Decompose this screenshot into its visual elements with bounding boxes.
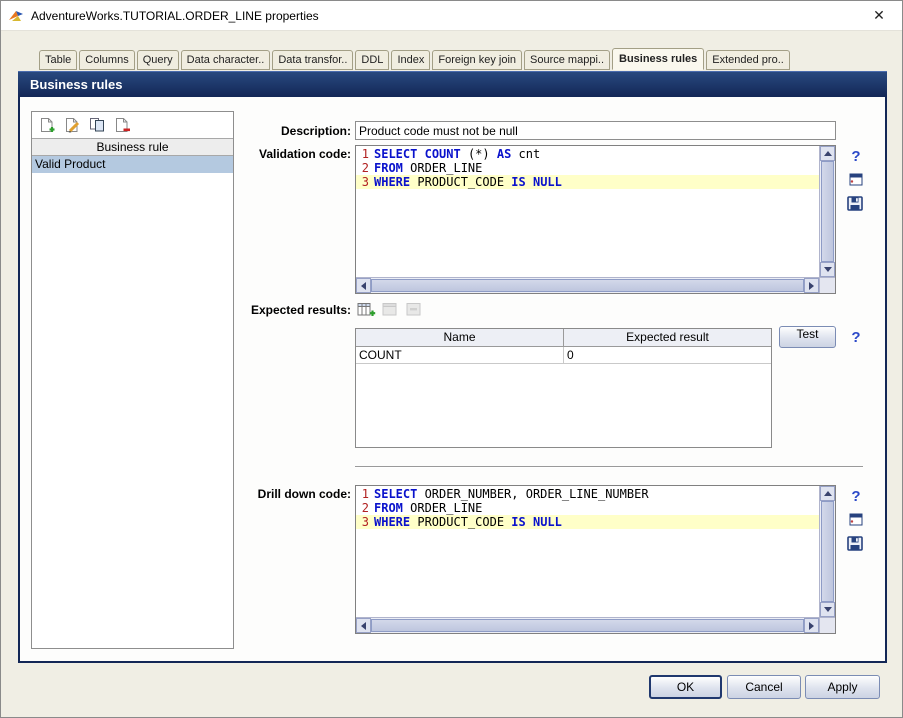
validation-code-area[interactable]: 1 SELECT COUNT (*) AS cnt 2 FROM ORDER_LINE… (356, 146, 819, 277)
results-table: Name Expected result COUNT 0 (355, 328, 772, 448)
title-bar: AdventureWorks.TUTORIAL.ORDER_LINE prope… (1, 1, 902, 31)
scroll-left-icon[interactable] (356, 618, 371, 633)
tab-index[interactable]: Index (391, 50, 431, 70)
tab-business-rules[interactable]: Business rules (612, 48, 705, 70)
validation-help-icon[interactable]: ? (846, 148, 866, 165)
close-icon[interactable]: ✕ (862, 7, 896, 24)
tab-extended-pro[interactable]: Extended pro.. (706, 50, 790, 70)
delete-expected-result-icon (405, 302, 424, 317)
scroll-up-icon[interactable] (820, 146, 835, 161)
tab-columns[interactable]: Columns (79, 50, 135, 70)
section-header: Business rules (18, 71, 887, 97)
drilldown-open-editor-icon[interactable] (846, 513, 866, 526)
code-line: 1 SELECT COUNT (*) AS cnt (356, 147, 819, 161)
drilldown-code-area[interactable]: 1 SELECT ORDER_NUMBER, ORDER_LINE_NUMBER 2… (356, 486, 819, 617)
section-divider (355, 466, 863, 468)
edit-expected-result-icon (381, 302, 400, 317)
scroll-left-icon[interactable] (356, 278, 371, 293)
scroll-up-icon[interactable] (820, 486, 835, 501)
drilldown-horizontal-scrollbar[interactable] (356, 617, 819, 633)
code-line: 3 WHERE PRODUCT_CODE IS NULL (356, 515, 819, 529)
validation-vertical-scrollbar[interactable] (819, 146, 835, 277)
scrollbar-thumb[interactable] (371, 619, 804, 632)
drilldown-code-editor: 1 SELECT ORDER_NUMBER, ORDER_LINE_NUMBER 2… (355, 485, 836, 634)
scroll-right-icon[interactable] (804, 278, 819, 293)
cancel-button[interactable]: Cancel (727, 675, 801, 699)
ok-button[interactable]: OK (649, 675, 722, 699)
results-column-header[interactable]: Expected result (564, 329, 771, 346)
edit-rule-icon[interactable] (64, 117, 81, 133)
app-icon (7, 8, 25, 24)
validation-code-label: Validation code: (258, 147, 351, 161)
rules-panel: Business rule Valid Product (31, 111, 234, 649)
tab-source-mappi[interactable]: Source mappi.. (524, 50, 610, 70)
scrollbar-thumb[interactable] (821, 501, 834, 602)
results-table-body: COUNT 0 (356, 347, 771, 364)
tab-ddl[interactable]: DDL (355, 50, 390, 70)
results-table-cell[interactable]: 0 (564, 347, 771, 363)
add-expected-result-icon[interactable] (357, 302, 376, 317)
validation-code-editor: 1 SELECT COUNT (*) AS cnt 2 FROM ORDER_LINE… (355, 145, 836, 294)
line-number: 3 (361, 515, 369, 529)
validation-open-editor-icon[interactable] (846, 173, 866, 186)
line-number: 1 (361, 147, 369, 161)
tab-table[interactable]: Table (39, 50, 78, 70)
copy-rule-icon[interactable] (89, 117, 106, 133)
results-table-cell[interactable]: COUNT (356, 347, 564, 363)
line-number: 2 (361, 161, 369, 175)
validation-horizontal-scrollbar[interactable] (356, 277, 819, 293)
drilldown-vertical-scrollbar[interactable] (819, 486, 835, 617)
results-column-header[interactable]: Name (356, 329, 564, 346)
drilldown-save-icon[interactable] (845, 536, 865, 551)
results-table-row[interactable]: COUNT 0 (356, 347, 771, 364)
tab-query[interactable]: Query (136, 50, 179, 70)
section-title: Business rules (30, 77, 123, 92)
scrollbar-thumb[interactable] (371, 279, 804, 292)
tab-bar: Table Columns Query Data character.. Data tr… (39, 48, 888, 70)
code-line: 3 WHERE PRODUCT_CODE IS NULL (356, 175, 819, 189)
description-input[interactable] (355, 121, 836, 140)
drilldown-code-label: Drill down code: (257, 487, 351, 501)
code-line: 1 SELECT ORDER_NUMBER, ORDER_LINE_NUMBER (356, 487, 819, 501)
line-number: 1 (361, 487, 369, 501)
expected-results-label: Expected results: (250, 303, 351, 317)
window-title: AdventureWorks.TUTORIAL.ORDER_LINE prope… (31, 8, 319, 23)
code-line: 2 FROM ORDER_LINE (356, 501, 819, 515)
tab-data-character[interactable]: Data character.. (180, 50, 271, 70)
add-rule-icon[interactable] (39, 117, 56, 133)
scroll-down-icon[interactable] (820, 602, 835, 617)
scroll-down-icon[interactable] (820, 262, 835, 277)
scrollbar-corner (819, 617, 835, 633)
tab-data-transfor[interactable]: Data transfor.. (272, 50, 354, 70)
description-label: Description: (280, 124, 351, 138)
test-button[interactable]: Test (779, 326, 836, 348)
code-line: 2 FROM ORDER_LINE (356, 161, 819, 175)
delete-rule-icon[interactable] (114, 117, 131, 133)
scrollbar-corner (819, 277, 835, 293)
line-number: 2 (361, 501, 369, 515)
line-number: 3 (361, 175, 369, 189)
scroll-right-icon[interactable] (804, 618, 819, 633)
validation-save-icon[interactable] (845, 196, 865, 211)
drilldown-help-icon[interactable]: ? (846, 488, 866, 505)
content-panel: Business rule Valid Product Description:… (18, 97, 887, 663)
expected-results-help-icon[interactable]: ? (846, 329, 866, 346)
properties-dialog: AdventureWorks.TUTORIAL.ORDER_LINE prope… (0, 0, 903, 718)
results-table-header: Name Expected result (356, 329, 771, 347)
scrollbar-thumb[interactable] (821, 161, 834, 262)
tab-foreign-key-join[interactable]: Foreign key join (432, 50, 523, 70)
apply-button[interactable]: Apply (805, 675, 880, 699)
